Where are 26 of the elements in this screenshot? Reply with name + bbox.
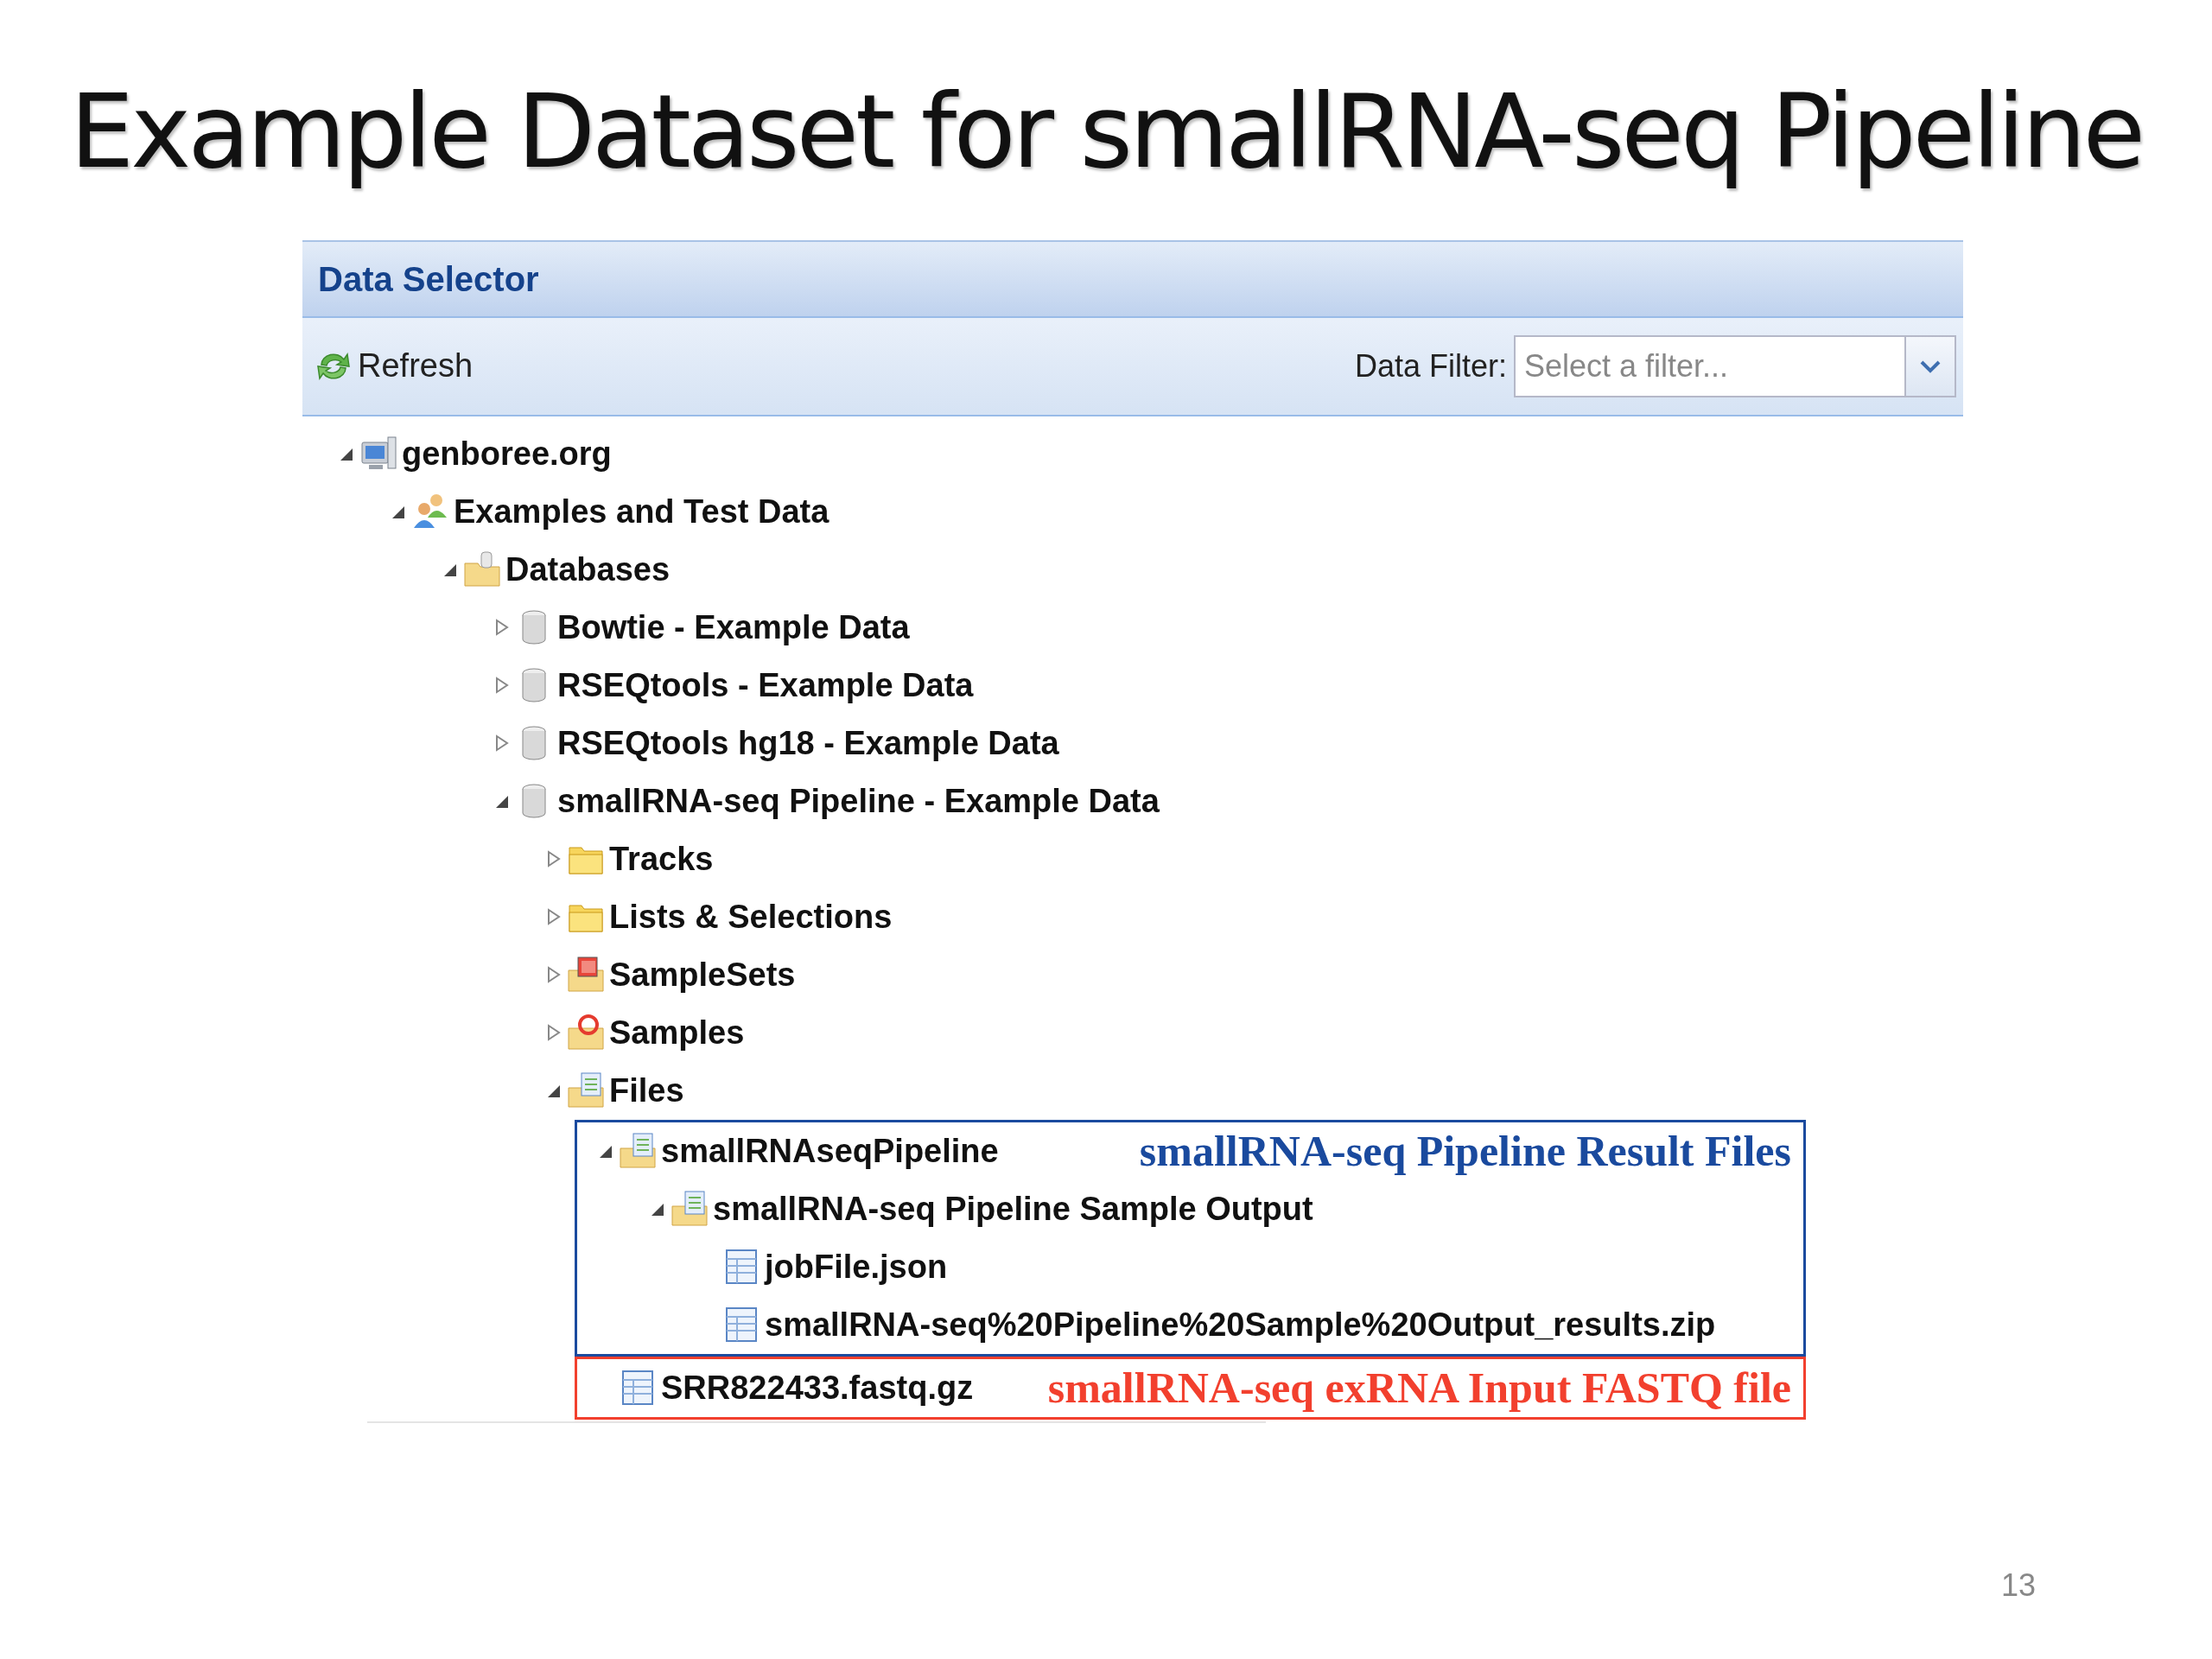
tree-item-label[interactable]: genboree.org bbox=[402, 429, 612, 479]
tree-item-label[interactable]: jobFile.json bbox=[765, 1242, 948, 1292]
annotation-text: smallRNA-seq exRNA Input FASTQ file bbox=[1047, 1362, 1792, 1414]
tree-item-label[interactable]: Samples bbox=[609, 1007, 745, 1058]
tree-item-label[interactable]: Tracks bbox=[609, 834, 714, 884]
panel-title: Data Selector bbox=[318, 258, 539, 300]
tree-item-label[interactable]: smallRNA-seq Pipeline - Example Data bbox=[557, 776, 1160, 826]
tree-item-label[interactable]: RSEQtools hg18 - Example Data bbox=[557, 718, 1059, 768]
dropdown-button[interactable] bbox=[1904, 334, 1956, 397]
tree-item-label[interactable]: smallRNA-seq Pipeline Sample Output bbox=[713, 1184, 1313, 1234]
tree-item-label[interactable]: Databases bbox=[505, 544, 671, 594]
tree-item-label[interactable]: Examples and Test Data bbox=[454, 486, 830, 537]
tree-item-label[interactable]: Lists & Selections bbox=[609, 892, 893, 942]
refresh-button[interactable]: Refresh bbox=[316, 341, 474, 391]
tree-item-label[interactable]: smallRNA-seq%20Pipeline%20Sample%20Output_results.zip bbox=[765, 1300, 1716, 1350]
slide-title: Example Dataset for smallRNA-seq Pipeline bbox=[68, 71, 2144, 188]
annotation-text: smallRNA-seq Pipeline Result Files bbox=[1139, 1125, 1792, 1177]
tree-item-label[interactable]: Files bbox=[609, 1065, 684, 1116]
tree-item-label[interactable]: SRR822433.fastq.gz bbox=[661, 1363, 974, 1413]
tree-item-label[interactable]: RSEQtools - Example Data bbox=[557, 660, 974, 710]
page-number: 13 bbox=[2001, 1567, 2037, 1605]
filter-field[interactable]: Select a filter... bbox=[1514, 334, 1904, 397]
tree-item-label[interactable]: Bowtie - Example Data bbox=[557, 602, 910, 652]
tree-item-label[interactable]: smallRNAseqPipeline bbox=[661, 1126, 999, 1176]
filter-label: Data Filter: bbox=[1354, 346, 1507, 385]
tree-item-label[interactable]: SampleSets bbox=[609, 950, 796, 1000]
